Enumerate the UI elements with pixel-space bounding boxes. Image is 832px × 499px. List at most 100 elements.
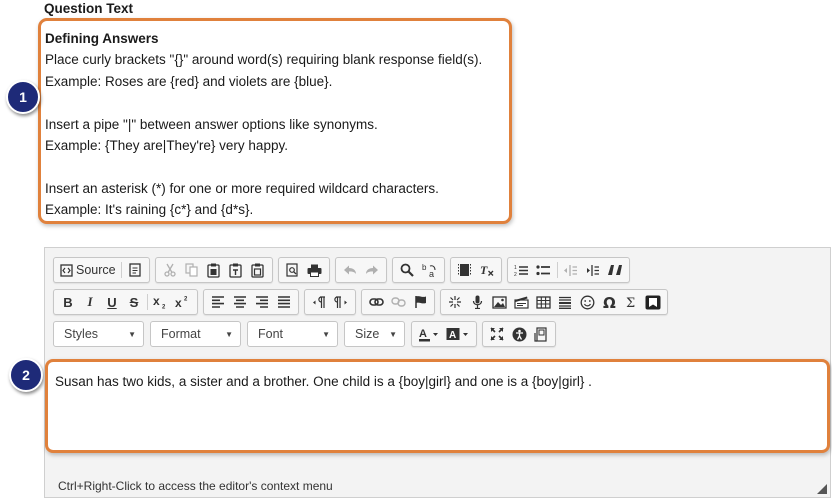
superscript-button[interactable]: x2: [172, 292, 194, 312]
step-badge-2: 2: [9, 358, 43, 392]
smiley-button[interactable]: [576, 292, 598, 312]
horizontal-rule-button[interactable]: [554, 292, 576, 312]
toolbar-group-basic-styles: B I U S x2 x2: [53, 289, 198, 315]
paste-button[interactable]: [203, 260, 225, 280]
numbered-list-button[interactable]: 12: [511, 260, 533, 280]
toolbar-row-1: Source ba T 1 2: [53, 257, 635, 283]
table-icon: [535, 295, 551, 309]
editor-status-text: Ctrl+Right-Click to access the editor's …: [58, 479, 333, 493]
toolbar-group-colors: A A: [411, 321, 477, 347]
unlink-button[interactable]: [387, 292, 409, 312]
special-char-button[interactable]: Ω: [598, 292, 620, 312]
instructions-line: Insert an asterisk (*) for one or more r…: [45, 180, 439, 196]
text-color-button[interactable]: A: [415, 324, 443, 344]
toolbar-group-find: ba: [391, 257, 445, 283]
select-all-button[interactable]: [454, 260, 476, 280]
link-icon: [368, 298, 384, 306]
copy-icon: [185, 263, 198, 277]
document-icon: [128, 263, 141, 277]
paste-icon: [207, 263, 220, 278]
blockquote-button[interactable]: [604, 260, 626, 280]
replace-button[interactable]: ba: [418, 260, 441, 280]
blockquote-icon: [607, 265, 622, 275]
styles-dropdown-label: Styles: [64, 327, 99, 341]
bulleted-list-button[interactable]: [533, 260, 555, 280]
justify-button[interactable]: [273, 292, 295, 312]
cut-icon: [163, 263, 176, 277]
resize-handle-icon[interactable]: [817, 484, 827, 494]
bulleted-list-icon: [536, 264, 551, 275]
embed-button[interactable]: [642, 292, 664, 312]
cut-button[interactable]: [159, 260, 181, 280]
toolbar-group-history: [334, 257, 387, 283]
text-direction-ltr-button[interactable]: [308, 292, 330, 312]
table-button[interactable]: [532, 292, 554, 312]
outdent-button[interactable]: [560, 260, 582, 280]
bold-button[interactable]: B: [57, 292, 79, 312]
undo-button[interactable]: [339, 260, 361, 280]
horizontal-rule-icon: [559, 296, 571, 309]
format-dropdown[interactable]: Format ▼: [150, 321, 241, 347]
show-blocks-button[interactable]: [530, 324, 552, 344]
print-button[interactable]: [304, 260, 326, 280]
toolbar-row-2: B I U S x2 x2 Ω Σ: [53, 289, 673, 315]
instructions-line: Example: Roses are {red} and violets are…: [45, 73, 333, 89]
embed-icon: [645, 295, 661, 309]
image-button[interactable]: [488, 292, 510, 312]
templates-button[interactable]: [124, 260, 146, 280]
underline-button[interactable]: U: [101, 292, 123, 312]
background-color-button[interactable]: A: [443, 324, 473, 344]
anchor-button[interactable]: [409, 292, 431, 312]
toolbar-row-3: Styles ▼ Format ▼ Font ▼ Size ▼ A A: [53, 321, 561, 347]
svg-text:Ω: Ω: [603, 295, 616, 310]
find-button[interactable]: [396, 260, 418, 280]
toolbar-group-preview: [277, 257, 330, 283]
align-center-button[interactable]: [229, 292, 251, 312]
search-icon: [400, 263, 414, 277]
styles-dropdown[interactable]: Styles ▼: [53, 321, 144, 347]
omega-icon: Ω: [603, 295, 616, 310]
align-left-button[interactable]: [207, 292, 229, 312]
paste-text-button[interactable]: [225, 260, 247, 280]
svg-text:x: x: [153, 295, 160, 308]
toolbar-group-insert: Ω Σ: [440, 289, 668, 315]
paste-word-button[interactable]: [247, 260, 269, 280]
size-dropdown[interactable]: Size ▼: [344, 321, 405, 347]
source-icon: [60, 263, 73, 277]
clapperboard-icon: [513, 296, 529, 309]
math-button[interactable]: Σ: [620, 292, 642, 312]
svg-text:a: a: [429, 269, 434, 278]
strikethrough-button[interactable]: S: [123, 292, 145, 312]
remove-format-button[interactable]: T: [476, 260, 498, 280]
toolbar-group-document: Source: [53, 257, 150, 283]
accessibility-button[interactable]: [508, 324, 530, 344]
editor-content-area[interactable]: Susan has two kids, a sister and a broth…: [45, 359, 830, 453]
subscript-button[interactable]: x2: [150, 292, 172, 312]
background-color-icon: A: [446, 327, 468, 341]
svg-text:x: x: [175, 296, 182, 309]
spinner-button[interactable]: [444, 292, 466, 312]
align-right-button[interactable]: [251, 292, 273, 312]
svg-text:b: b: [422, 263, 427, 272]
link-button[interactable]: [365, 292, 387, 312]
source-button[interactable]: Source: [57, 260, 119, 280]
replace-icon: ba: [422, 263, 436, 278]
text-direction-rtl-button[interactable]: [330, 292, 352, 312]
preview-button[interactable]: [282, 260, 304, 280]
source-label: Source: [76, 263, 116, 277]
unlink-icon: [390, 297, 406, 307]
video-button[interactable]: [510, 292, 532, 312]
instructions-line: Example: It's raining {c*} and {d*s}.: [45, 202, 254, 218]
redo-button[interactable]: [361, 260, 383, 280]
instructions-line: Example: {They are|They're} very happy.: [45, 138, 288, 154]
font-dropdown-label: Font: [258, 327, 284, 341]
preview-icon: [286, 263, 298, 277]
rtl-icon: [334, 295, 347, 308]
indent-button[interactable]: [582, 260, 604, 280]
copy-button[interactable]: [181, 260, 203, 280]
instructions-heading: Defining Answers: [45, 31, 159, 46]
audio-button[interactable]: [466, 292, 488, 312]
maximize-button[interactable]: [486, 324, 508, 344]
font-dropdown[interactable]: Font ▼: [247, 321, 338, 347]
italic-button[interactable]: I: [79, 292, 101, 312]
